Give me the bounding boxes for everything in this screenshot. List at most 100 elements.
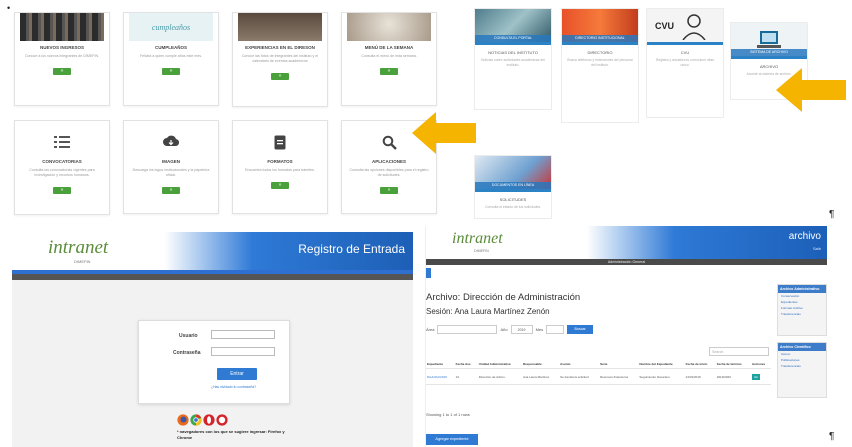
card-title: MENÚ DE LA SEMANA bbox=[364, 45, 414, 50]
card-go-button[interactable]: » bbox=[53, 187, 71, 194]
card-formatos[interactable]: FORMATOS Encuentra todos los formatos pa… bbox=[232, 120, 328, 214]
column-header[interactable]: Fecha doc. bbox=[454, 360, 478, 369]
person-icon bbox=[682, 13, 706, 40]
login-submit-button[interactable]: Entrar bbox=[217, 368, 257, 380]
card-description: Consulta el estado de tus solicitudes. bbox=[485, 205, 541, 209]
page-title: Registro de Entrada bbox=[298, 242, 405, 256]
bullet-mark: • bbox=[7, 3, 11, 13]
search-filter-button[interactable]: Buscar bbox=[567, 325, 594, 334]
table-cell[interactable]: DGA/210/2019 bbox=[426, 368, 455, 385]
password-label: Contraseña bbox=[173, 350, 201, 356]
document-icon bbox=[233, 129, 327, 155]
column-header[interactable]: Fecha de inicio bbox=[684, 360, 716, 369]
safari-icon bbox=[216, 414, 228, 426]
card-experiencias[interactable]: EXPERIENCIAS EN EL DIRESON Conoce las fo… bbox=[232, 12, 328, 107]
card-description: Busca teléfonos y extensiones del person… bbox=[567, 58, 633, 67]
card-nuevos-ingresos[interactable]: NUEVOS INGRESOS Conoce a los nuevos inte… bbox=[14, 12, 110, 106]
card-title: FORMATOS bbox=[267, 159, 293, 164]
column-header[interactable]: Nombre del Expediente bbox=[638, 360, 685, 369]
sidebar-item[interactable]: Transferencias bbox=[778, 311, 826, 317]
card-photo bbox=[20, 13, 104, 41]
card-solicitudes[interactable]: DOCUMENTOS EN LÍNEA SOLICITUDES Consulta… bbox=[474, 155, 552, 219]
card-title: CVU bbox=[680, 50, 690, 55]
card-noticias[interactable]: CONSULTA EL PORTAL NOTICIAS DEL INSTITUT… bbox=[474, 8, 552, 110]
card-go-button[interactable]: » bbox=[380, 68, 398, 75]
card-go-button[interactable]: » bbox=[162, 187, 180, 194]
card-title: IMAGEN bbox=[162, 159, 180, 164]
table-cell: Se tramita la solicitud bbox=[559, 368, 600, 385]
month-filter-label: Mes bbox=[535, 327, 544, 332]
nav-menu[interactable]: Administración General bbox=[608, 260, 645, 264]
card-convocatorias[interactable]: CONVOCATORIAS Consulta las convocatorias… bbox=[14, 120, 110, 215]
card-menu-semana[interactable]: MENÚ DE LA SEMANA Consulta el menú de es… bbox=[341, 12, 437, 106]
column-header[interactable]: Expediente bbox=[426, 360, 455, 369]
card-description: Consulta las opciones disponibles para e… bbox=[349, 168, 429, 177]
menu-toggle-button[interactable] bbox=[426, 268, 431, 278]
card-banner: CONSULTA EL PORTAL bbox=[475, 35, 551, 42]
card-go-button[interactable]: » bbox=[271, 73, 289, 80]
card-description: Encuentra todos los formatos para trámit… bbox=[245, 168, 315, 172]
column-header[interactable]: Asunto bbox=[559, 360, 600, 369]
card-description: Conoce las fotos de integrantes del inst… bbox=[241, 54, 319, 63]
arrow-left-icon bbox=[412, 112, 476, 154]
app-title: archivo bbox=[788, 231, 821, 242]
table-cell: 2019/2020 bbox=[715, 368, 751, 385]
card-description: Registra y actualiza tu currículum vitae… bbox=[655, 58, 715, 67]
logo-subtitle: DIMEFIN bbox=[74, 259, 91, 264]
card-photo bbox=[238, 13, 322, 41]
cloud-download-icon bbox=[124, 129, 218, 155]
month-select[interactable] bbox=[546, 325, 565, 334]
card-directorio[interactable]: DIRECTORIO INSTITUCIONAL DIRECTORIO Busc… bbox=[561, 8, 639, 123]
sidebar-item[interactable]: Transferencias bbox=[778, 363, 826, 369]
column-header[interactable]: Fecha de término bbox=[715, 360, 751, 369]
browser-recommendation-note: * navegadores con los que se sugiere ing… bbox=[177, 429, 285, 440]
username-label: Usuario bbox=[179, 333, 198, 339]
laptop-icon bbox=[757, 30, 781, 48]
year-select[interactable]: 2019 bbox=[510, 325, 533, 334]
table-cell: Ana Laura Martínez bbox=[521, 368, 560, 385]
card-title: DIRECTORIO bbox=[587, 50, 613, 55]
card-cumpleanos[interactable]: cumpleaños CUMPLEAÑOS Felicita a quien c… bbox=[123, 12, 219, 106]
card-photo: DIRECTORIO INSTITUCIONAL bbox=[562, 9, 638, 45]
table-search-input[interactable]: Search bbox=[709, 347, 769, 356]
column-header[interactable]: Unidad Administrativa bbox=[477, 360, 522, 369]
column-header[interactable]: Acciones bbox=[750, 360, 771, 369]
cvu-logo-text: CVU bbox=[655, 20, 675, 31]
password-input[interactable] bbox=[211, 347, 275, 356]
card-banner: SISTEMA DE ARCHIVO bbox=[731, 49, 807, 56]
card-description: Conoce a los nuevos integrantes de DIMEF… bbox=[24, 54, 100, 58]
card-go-button[interactable]: » bbox=[271, 182, 289, 189]
card-description: Noticias sobre actividades académicas de… bbox=[481, 58, 545, 67]
logout-link[interactable]: Salir bbox=[813, 246, 821, 251]
table-cell: Dirección de Admin. bbox=[477, 368, 522, 385]
card-title: CUMPLEAÑOS bbox=[154, 45, 187, 50]
card-photo: CONSULTA EL PORTAL bbox=[475, 9, 551, 45]
view-button[interactable]: Ver bbox=[751, 373, 761, 380]
card-go-button[interactable]: » bbox=[53, 68, 71, 75]
forgot-password-link[interactable]: ¿Has olvidado tu contraseña? bbox=[211, 385, 256, 389]
area-filter-label: Área bbox=[426, 327, 435, 332]
opera-icon bbox=[203, 414, 215, 426]
area-select[interactable] bbox=[437, 325, 498, 334]
column-header[interactable]: Serie bbox=[599, 360, 639, 369]
filter-bar: Área Año 2019 Mes Buscar bbox=[426, 325, 594, 334]
list-icon bbox=[15, 129, 109, 155]
logo-subtitle: DIMEFIN bbox=[474, 249, 489, 253]
card-imagen[interactable]: IMAGEN Descarga los logos institucionale… bbox=[123, 120, 219, 214]
card-photo bbox=[347, 13, 431, 41]
table-pagination-info: Showing 1 to 1 of 1 rows bbox=[426, 412, 470, 417]
card-go-button[interactable]: » bbox=[380, 187, 398, 194]
column-header[interactable]: Responsable bbox=[521, 360, 560, 369]
sidebar-title: Archivo Administrativo bbox=[778, 285, 826, 293]
card-go-button[interactable]: » bbox=[162, 68, 180, 75]
username-input[interactable] bbox=[211, 330, 275, 339]
card-banner: DIRECTORIO INSTITUCIONAL bbox=[562, 35, 638, 42]
table-header-row: Expediente Fecha doc. Unidad Administrat… bbox=[426, 360, 771, 369]
card-description: Consulta el menú de esta semana. bbox=[361, 54, 417, 58]
add-record-button[interactable]: Agregar expediente bbox=[426, 434, 478, 445]
intranet-logo: intranet bbox=[48, 237, 109, 258]
arrow-left-icon bbox=[776, 68, 846, 112]
browser-icons bbox=[177, 414, 228, 426]
card-cvu[interactable]: CVU CVU Registra y actualiza tu currícul… bbox=[646, 8, 724, 118]
card-description: Consulta las convocatorias vigentes para… bbox=[29, 168, 95, 177]
